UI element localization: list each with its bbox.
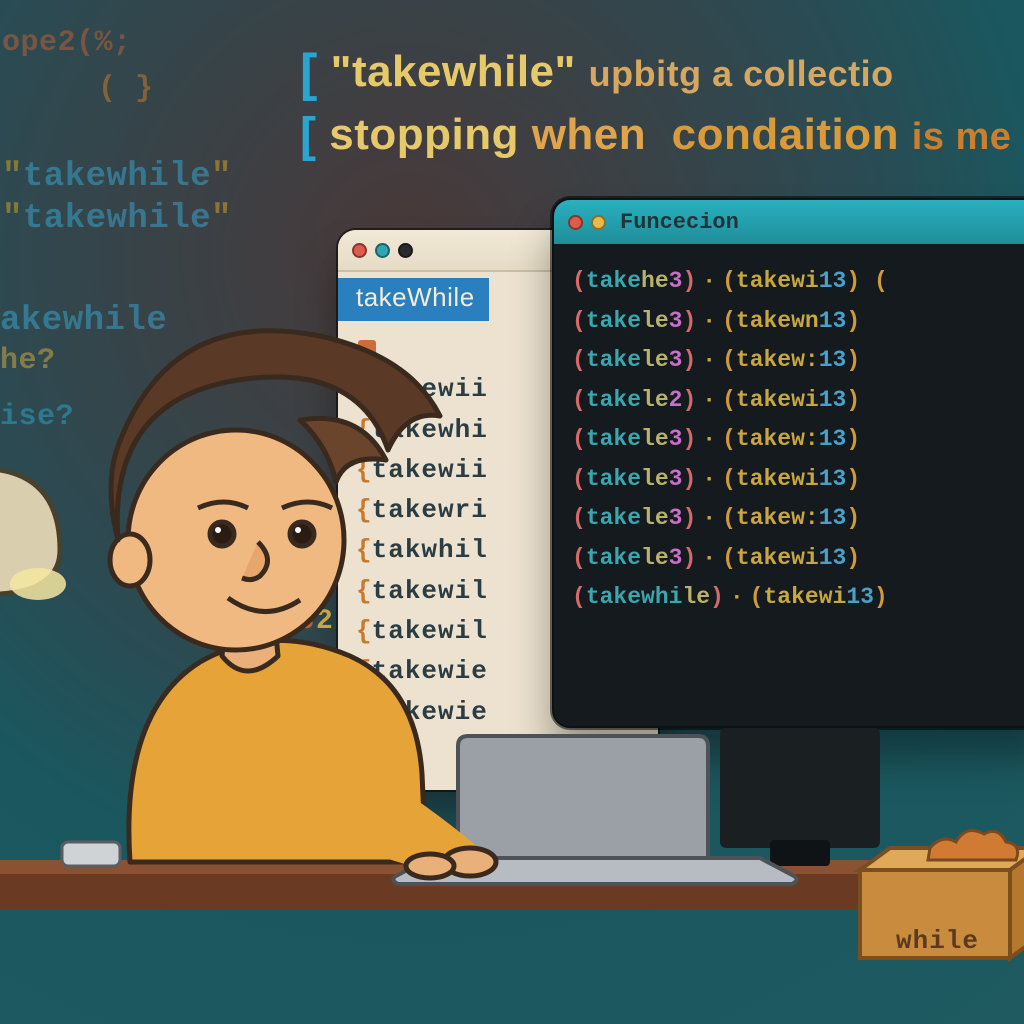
terminal-line: (takele3)·(takew:13) [572, 499, 1024, 539]
window-title: Funcecion [620, 210, 739, 235]
terminal-line: (takele2)·(takewi13) [572, 381, 1024, 421]
headline: [ "takewhile" upbitg a collectio [ stopp… [300, 44, 1011, 163]
maximize-icon[interactable] [398, 243, 413, 258]
minimize-icon[interactable] [591, 215, 606, 230]
terminal-line: (takele3)·(takewi13) [572, 539, 1024, 579]
terminal-line: (takele3)·(takewn13) [572, 302, 1024, 342]
tab-takewhile[interactable]: takeWhile [338, 278, 489, 321]
bg-code-5: akewhile [0, 302, 167, 340]
bg-code-2: ( } [98, 72, 154, 106]
titlebar-right: Funcecion [554, 200, 1024, 244]
terminal-line: (takele3)·(takew:13) [572, 341, 1024, 381]
terminal-line: (takele3)·(takew:13) [572, 420, 1024, 460]
terminal-window-right: Funcecion (takehe3)·(takewi13) ((takele3… [552, 198, 1024, 728]
bg-code-7: ise? [0, 400, 74, 434]
file-icon [358, 340, 376, 358]
bg-code-3: "takewhile" [2, 158, 232, 196]
bg-code-6: he? [0, 344, 56, 378]
close-icon[interactable] [352, 243, 367, 258]
terminal-line: (takewhile)·(takewi13) [572, 578, 1024, 618]
bg-code-4: "takewhile" [2, 200, 232, 238]
bg-code-mid: [0)332 [222, 606, 335, 637]
terminal-line: (takele3)·(takewi13) [572, 460, 1024, 500]
box-label: while [896, 926, 979, 956]
terminal-body: (takehe3)·(takewi13) ((takele3)·(takewn1… [554, 244, 1024, 628]
close-icon[interactable] [568, 215, 583, 230]
bg-code-1: ope2(%; [2, 26, 132, 60]
minimize-icon[interactable] [375, 243, 390, 258]
terminal-line: (takehe3)·(takewi13) ( [572, 262, 1024, 302]
